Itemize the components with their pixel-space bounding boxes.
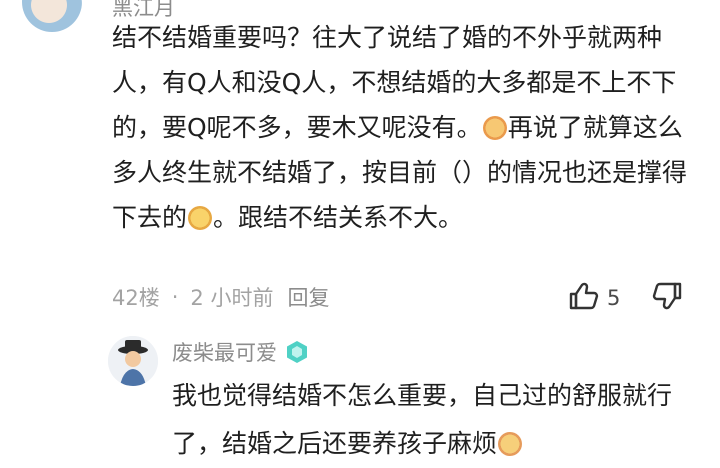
reply-avatar[interactable]: [108, 336, 158, 386]
reply-username-row: 废柴最可爱: [172, 337, 309, 367]
thumbs-down-icon: [652, 282, 684, 316]
reply-username[interactable]: 废柴最可爱: [172, 337, 277, 367]
reply-text: 我也觉得结婚不怎么重要，自己过的舒服就行了，结婚之后还要养孩子麻烦: [172, 372, 692, 468]
comment-meta: 42楼 · 2 小时前 回复: [112, 282, 329, 312]
blush-emoji-icon: [482, 116, 507, 140]
reply-text-content: 我也觉得结婚不怎么重要，自己过的舒服就行了，结婚之后还要养孩子麻烦: [172, 381, 673, 458]
level-badge-icon: [285, 340, 309, 364]
like-button[interactable]: 5: [567, 280, 620, 316]
reply-button[interactable]: 回复: [287, 282, 329, 312]
meta-separator: ·: [171, 285, 179, 309]
grin-emoji-icon: [188, 206, 213, 230]
sad-emoji-icon: [498, 432, 523, 456]
dislike-button[interactable]: [652, 280, 684, 316]
comment-text-part3: 。跟结不结关系不大。: [213, 203, 464, 232]
comment-text: 结不结婚重要吗？往大了说结了婚的不外乎就两种人，有Q人和没Q人，不想结婚的大多都…: [112, 15, 692, 240]
thumbs-up-icon: [567, 280, 599, 316]
commenter-avatar[interactable]: [22, 0, 82, 32]
floor-number: 42楼: [112, 286, 160, 310]
like-count: 5: [607, 286, 621, 310]
comment-time: 2 小时前: [190, 286, 274, 310]
